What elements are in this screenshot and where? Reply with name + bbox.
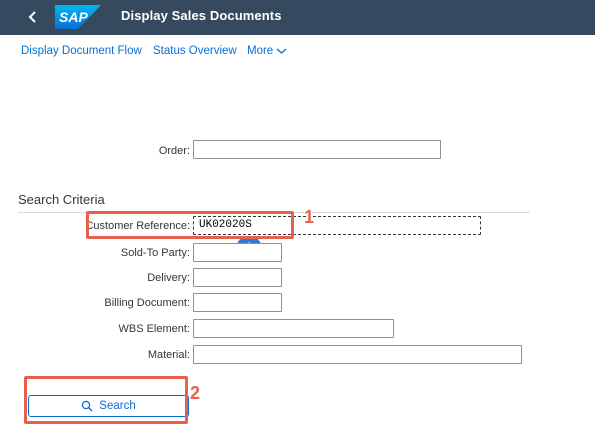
sold-to-party-input[interactable] bbox=[193, 243, 282, 262]
annotation-number-2: 2 bbox=[190, 383, 201, 403]
display-document-flow-link[interactable]: Display Document Flow bbox=[21, 45, 142, 57]
delivery-input[interactable] bbox=[193, 268, 282, 287]
search-criteria-heading: Search Criteria bbox=[18, 192, 105, 207]
order-input[interactable] bbox=[193, 140, 441, 159]
app-title: Display Sales Documents bbox=[121, 8, 282, 23]
material-input[interactable] bbox=[193, 345, 522, 364]
chevron-left-icon bbox=[28, 11, 36, 23]
sold-to-party-label: Sold-To Party: bbox=[120, 247, 190, 259]
wbs-element-label: WBS Element: bbox=[118, 323, 190, 335]
status-overview-link[interactable]: Status Overview bbox=[153, 45, 237, 57]
annotation-number-1: 1 bbox=[304, 207, 315, 227]
order-label: Order: bbox=[158, 145, 190, 157]
shell-bar: SAP Display Sales Documents bbox=[0, 0, 595, 35]
more-label: More bbox=[247, 45, 274, 57]
header-toolbar: Display Document Flow Status Overview Mo… bbox=[0, 35, 595, 73]
material-label: Material: bbox=[147, 349, 190, 361]
sap-logo: SAP bbox=[55, 5, 101, 29]
billing-document-input[interactable] bbox=[193, 293, 282, 312]
wbs-element-input[interactable] bbox=[193, 319, 394, 338]
billing-document-label: Billing Document: bbox=[104, 297, 190, 309]
annotation-box-2 bbox=[24, 376, 188, 424]
svg-text:SAP: SAP bbox=[59, 9, 88, 25]
annotation-box-1 bbox=[86, 211, 294, 239]
chevron-down-icon bbox=[276, 48, 287, 54]
delivery-label: Delivery: bbox=[147, 272, 190, 284]
more-menu[interactable]: More bbox=[247, 45, 287, 57]
back-button[interactable] bbox=[20, 4, 46, 30]
